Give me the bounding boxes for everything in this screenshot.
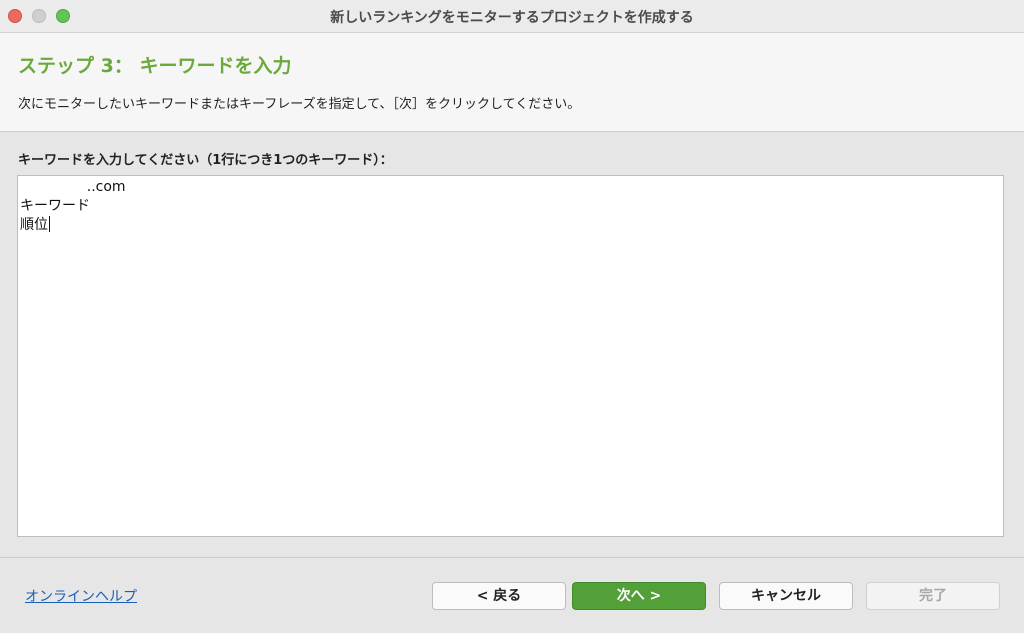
step-description: 次にモニターしたいキーワードまたはキーフレーズを指定して、［次］をクリックしてく… (18, 97, 581, 112)
window-title: 新しいランキングをモニターするプロジェクトを作成する (330, 10, 694, 26)
keyword-lines: ..com キーワード 順位 (20, 178, 126, 235)
cancel-button[interactable]: キャンセル (719, 582, 853, 610)
text-caret (49, 216, 50, 232)
keyword-textarea[interactable]: ..com キーワード 順位 (17, 175, 1004, 537)
online-help-link[interactable]: オンラインヘルプ (25, 586, 137, 606)
step-title: ステップ 3： キーワードを入力 (18, 55, 292, 77)
keyword-line: キーワード (20, 198, 90, 214)
keyword-entry-pane: キーワードを入力してください（1行につき1つのキーワード）： ..com キーワ… (0, 132, 1024, 558)
back-button[interactable]: < 戻る (432, 582, 566, 610)
next-button[interactable]: 次へ > (572, 582, 706, 610)
title-bar: 新しいランキングをモニターするプロジェクトを作成する (0, 0, 1024, 33)
finish-button: 完了 (866, 582, 1000, 610)
wizard-window: 新しいランキングをモニターするプロジェクトを作成する ステップ 3： キーワード… (0, 0, 1024, 633)
step-header: ステップ 3： キーワードを入力 次にモニターしたいキーワードまたはキーフレーズ… (0, 33, 1024, 132)
wizard-footer: オンラインヘルプ < 戻る 次へ > キャンセル 完了 (0, 558, 1024, 633)
keyword-line-text: 順位 (20, 217, 48, 233)
keyword-line: 順位 (20, 216, 126, 235)
keyword-line: ..com (20, 179, 126, 195)
keyword-input-label: キーワードを入力してください（1行につき1つのキーワード）： (18, 153, 393, 168)
